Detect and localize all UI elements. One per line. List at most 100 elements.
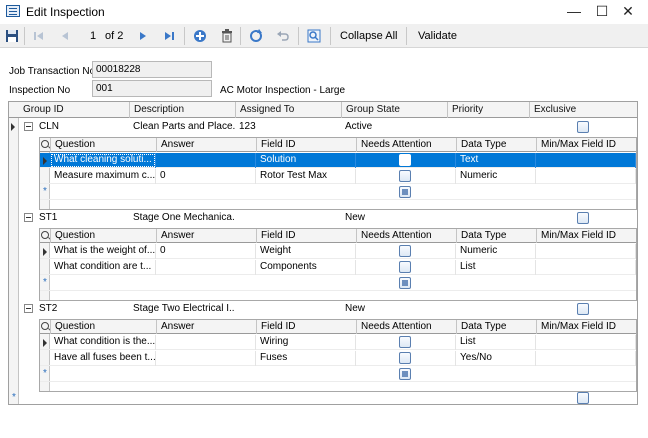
data-type-cell[interactable]: Yes/No	[456, 351, 536, 366]
col-group-state[interactable]: Group State	[341, 102, 447, 118]
data-type-cell[interactable]: Numeric	[456, 244, 536, 259]
needs-attention-checkbox[interactable]	[399, 336, 411, 348]
exclusive-checkbox[interactable]	[577, 392, 589, 404]
description-cell[interactable]: Stage Two Electrical I...	[129, 301, 235, 317]
col-answer[interactable]: Answer	[156, 320, 256, 334]
col-data-type[interactable]: Data Type	[456, 138, 536, 152]
group-row[interactable]: ST1 Stage One Mechanica... New	[9, 210, 637, 226]
question-subgrid[interactable]: Question Answer Field ID Needs Attention…	[39, 228, 637, 301]
search-icon[interactable]	[41, 140, 49, 148]
question-cell[interactable]: What condition are t...	[50, 260, 156, 275]
answer-cell[interactable]	[156, 260, 256, 275]
needs-attention-checkbox[interactable]	[399, 245, 411, 257]
col-needs-attention[interactable]: Needs Attention	[356, 138, 456, 152]
field-id-cell[interactable]: Wiring	[256, 335, 356, 350]
col-question[interactable]: Question	[50, 138, 156, 152]
needs-attention-cell[interactable]	[356, 260, 456, 275]
previous-record-icon[interactable]	[58, 27, 72, 45]
needs-attention-cell[interactable]	[356, 169, 456, 184]
answer-cell[interactable]: 0	[156, 244, 256, 259]
undo-icon[interactable]	[275, 27, 291, 45]
group-id-cell[interactable]: ST1	[35, 210, 129, 226]
next-record-icon[interactable]	[136, 27, 150, 45]
col-minmax-field-id[interactable]: Min/Max Field ID	[536, 229, 636, 243]
needs-attention-cell[interactable]	[356, 185, 456, 200]
minmax-field-id-cell[interactable]	[536, 335, 636, 350]
needs-attention-checkbox[interactable]	[399, 352, 411, 364]
question-cell[interactable]: Have all fuses been t...	[50, 351, 156, 366]
refresh-icon[interactable]	[248, 27, 264, 45]
needs-attention-checkbox[interactable]	[399, 261, 411, 273]
minmax-field-id-cell[interactable]	[536, 169, 636, 184]
priority-cell[interactable]	[447, 119, 529, 135]
field-id-cell[interactable]: Weight	[256, 244, 356, 259]
needs-attention-checkbox[interactable]	[399, 154, 411, 166]
needs-attention-checkbox[interactable]	[399, 368, 411, 380]
last-record-icon[interactable]	[162, 27, 176, 45]
col-answer[interactable]: Answer	[156, 138, 256, 152]
delete-icon[interactable]	[219, 27, 235, 45]
answer-cell[interactable]	[156, 335, 256, 350]
question-row[interactable]: What condition are t... Components List	[40, 260, 636, 275]
col-description[interactable]: Description	[129, 102, 235, 118]
needs-attention-cell[interactable]	[356, 335, 456, 350]
field-id-cell[interactable]: Components	[256, 260, 356, 275]
col-needs-attention[interactable]: Needs Attention	[356, 320, 456, 334]
group-state-cell[interactable]: New	[341, 301, 447, 317]
group-row[interactable]: CLN Clean Parts and Place... 123 Active	[9, 119, 637, 135]
col-question[interactable]: Question	[50, 320, 156, 334]
validate-button[interactable]: Validate	[418, 30, 457, 42]
field-id-cell[interactable]: Fuses	[256, 351, 356, 366]
search-icon[interactable]	[41, 231, 49, 239]
job-transaction-field[interactable]: 00018228	[92, 61, 212, 78]
assigned-to-cell[interactable]	[235, 210, 341, 226]
exclusive-checkbox[interactable]	[577, 212, 589, 224]
question-row[interactable]: What is the weight of... 0 Weight Numeri…	[40, 244, 636, 259]
page-current[interactable]: 1	[90, 30, 96, 42]
answer-cell[interactable]	[156, 153, 256, 168]
new-question-row[interactable]: *	[40, 367, 636, 382]
question-row[interactable]: What condition is the... Wiring List	[40, 335, 636, 350]
question-row[interactable]: Have all fuses been t... Fuses Yes/No	[40, 351, 636, 366]
answer-cell[interactable]	[156, 351, 256, 366]
data-type-cell[interactable]: Numeric	[456, 169, 536, 184]
assigned-to-cell[interactable]: 123	[235, 119, 341, 135]
collapse-group-icon[interactable]	[24, 122, 33, 131]
group-id-cell[interactable]: CLN	[35, 119, 129, 135]
new-question-row[interactable]: *	[40, 185, 636, 200]
find-icon[interactable]	[306, 27, 322, 45]
question-row[interactable]: Measure maximum c... 0 Rotor Test Max Nu…	[40, 169, 636, 184]
priority-cell[interactable]	[447, 210, 529, 226]
needs-attention-cell[interactable]	[356, 367, 456, 382]
col-minmax-field-id[interactable]: Min/Max Field ID	[536, 320, 636, 334]
collapse-group-icon[interactable]	[24, 213, 33, 222]
minmax-field-id-cell[interactable]	[536, 153, 636, 168]
minmax-field-id-cell[interactable]	[536, 244, 636, 259]
question-row[interactable]: What cleaning soluti... Solution Text	[40, 153, 636, 168]
save-icon[interactable]	[4, 27, 20, 45]
group-row[interactable]: ST2 Stage Two Electrical I... New	[9, 301, 637, 317]
inspection-group-grid[interactable]: Group ID Description Assigned To Group S…	[8, 101, 638, 405]
group-state-cell[interactable]: New	[341, 210, 447, 226]
search-icon[interactable]	[41, 322, 49, 330]
col-field-id[interactable]: Field ID	[256, 138, 356, 152]
col-group-id[interactable]: Group ID	[19, 102, 129, 118]
first-record-icon[interactable]	[32, 27, 46, 45]
needs-attention-checkbox[interactable]	[399, 277, 411, 289]
data-type-cell[interactable]: List	[456, 335, 536, 350]
needs-attention-cell[interactable]	[356, 244, 456, 259]
data-type-cell[interactable]: Text	[456, 153, 536, 168]
question-cell[interactable]: What condition is the...	[50, 335, 156, 350]
inspection-no-field[interactable]: 001	[92, 80, 212, 97]
needs-attention-cell[interactable]	[356, 153, 456, 168]
col-data-type[interactable]: Data Type	[456, 229, 536, 243]
exclusive-checkbox[interactable]	[577, 121, 589, 133]
field-id-cell[interactable]: Solution	[256, 153, 356, 168]
new-question-row[interactable]: *	[40, 276, 636, 291]
col-data-type[interactable]: Data Type	[456, 320, 536, 334]
needs-attention-checkbox[interactable]	[399, 186, 411, 198]
priority-cell[interactable]	[447, 301, 529, 317]
col-priority[interactable]: Priority	[447, 102, 529, 118]
group-id-cell[interactable]: ST2	[35, 301, 129, 317]
add-icon[interactable]	[192, 27, 208, 45]
